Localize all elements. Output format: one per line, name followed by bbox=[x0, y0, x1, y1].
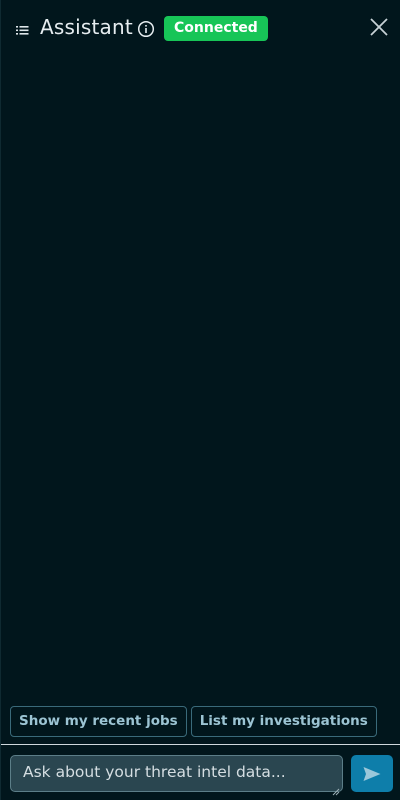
suggestion-recent-jobs-button[interactable]: Show my recent jobs bbox=[10, 706, 187, 737]
close-icon[interactable] bbox=[369, 17, 389, 37]
message-input-wrapper bbox=[10, 755, 343, 796]
send-button[interactable] bbox=[351, 755, 393, 792]
assistant-panel: Assistant Connected Show my recent jobs … bbox=[0, 0, 400, 800]
suggestion-list-investigations-button[interactable]: List my investigations bbox=[190, 706, 377, 737]
message-list bbox=[1, 56, 400, 704]
connection-status-badge: Connected bbox=[164, 16, 268, 41]
assistant-header: Assistant Connected bbox=[1, 0, 400, 56]
message-input[interactable] bbox=[11, 756, 342, 791]
composer-divider bbox=[1, 744, 400, 745]
list-menu-icon[interactable] bbox=[14, 21, 32, 39]
info-circle-icon[interactable] bbox=[137, 20, 155, 38]
resize-grip-icon[interactable] bbox=[332, 781, 340, 796]
suggestion-chips: Show my recent jobs List my investigatio… bbox=[10, 706, 377, 737]
send-arrow-icon bbox=[363, 767, 381, 781]
panel-title: Assistant bbox=[40, 15, 133, 39]
